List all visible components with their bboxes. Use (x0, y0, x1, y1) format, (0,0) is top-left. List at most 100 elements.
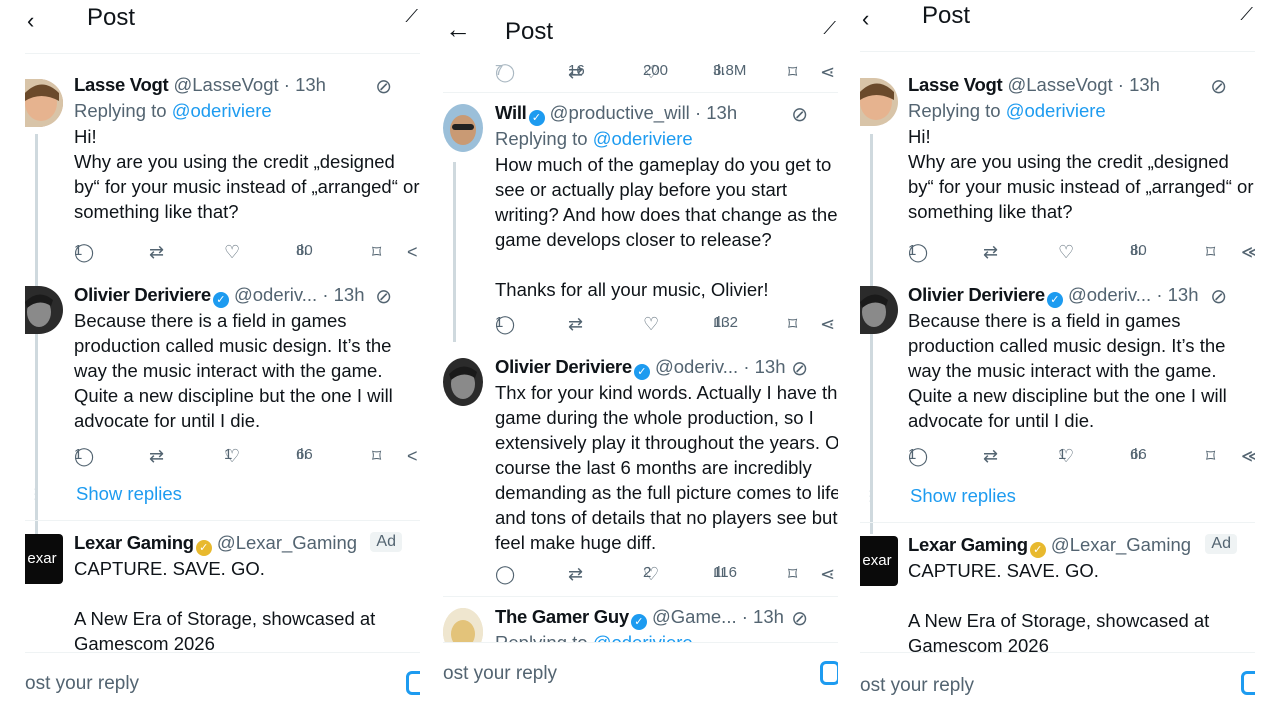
avatar[interactable]: exar (25, 534, 63, 584)
tweet-olivier-deriviere[interactable]: Olivier Deriviere ✓ @oderiv... · 13h ⊘ Be… (25, 282, 420, 482)
avatar[interactable] (443, 358, 483, 406)
avatar[interactable] (25, 79, 63, 127)
show-replies-link[interactable]: Show replies (910, 485, 1016, 507)
action-bar: ◯ 1 ⇄ ♡ 1 ılı 66 ⌑ < (74, 446, 420, 468)
share-icon[interactable]: ⋖ (820, 62, 835, 83)
share-icon[interactable]: ≪ (1241, 242, 1255, 263)
tweet-lasse-vogt[interactable]: Lasse Vogt @LasseVogt · 13h ⊘ Replying t… (860, 72, 1255, 534)
bookmark-icon[interactable]: ⌑ (372, 446, 381, 467)
repost-icon: ⇄ (983, 242, 999, 262)
grok-icon[interactable]: ⟋ (823, 18, 836, 39)
action-bar: ◯ 1 ⇄ ♡ 1 ılı 66 ⌑ ≪ (908, 446, 1255, 468)
author-handle[interactable]: @oderiv... (655, 356, 738, 377)
arrow-left-icon[interactable]: ‹ (27, 8, 34, 34)
bookmark-icon[interactable]: ⌑ (1206, 446, 1215, 467)
mention-link[interactable]: @oderiviere (172, 100, 272, 121)
page-title: Post (922, 2, 971, 29)
view-count: 3.8M (713, 62, 747, 79)
grok-icon[interactable]: ⊘ (375, 74, 392, 99)
arrow-left-icon[interactable]: ← (445, 16, 471, 42)
mention-link[interactable]: @oderiviere (1006, 100, 1106, 121)
grok-icon[interactable]: ⟋ (1240, 4, 1253, 25)
grok-icon[interactable]: ⊘ (791, 606, 808, 631)
top-bar: ‹ Post ⟋ (25, 0, 420, 54)
author-name[interactable]: Lasse Vogt (74, 74, 169, 95)
bookmark-icon[interactable]: ⌑ (788, 62, 797, 83)
reply-input[interactable]: ost your reply (25, 673, 139, 695)
thread-dots: · · · (868, 482, 873, 508)
author-handle[interactable]: @LasseVogt (1007, 74, 1112, 95)
bookmark-icon[interactable]: ⌑ (372, 242, 381, 263)
share-icon[interactable]: ≪ (1241, 446, 1255, 467)
avatar[interactable] (860, 78, 898, 126)
tweet-header: Olivier Deriviere ✓ @oderiv... · 13h (908, 282, 1255, 308)
tweet-will[interactable]: Will ✓ @productive_will · 13h ⊘ Replying … (443, 100, 838, 342)
bookmark-icon[interactable]: ⌑ (788, 314, 797, 335)
author-name[interactable]: Will (495, 102, 527, 123)
avatar[interactable] (443, 104, 483, 152)
tweet-lexar-ad[interactable]: exar Lexar Gaming ✓ @Lexar_Gaming Ad CAPT… (860, 532, 1255, 656)
author-name[interactable]: The Gamer Guy (495, 606, 629, 627)
author-handle[interactable]: @Game... (652, 606, 737, 627)
avatar[interactable]: exar (860, 536, 898, 586)
ad-badge: Ad (370, 532, 402, 552)
verified-badge-icon: ✓ (1046, 292, 1063, 308)
author-name[interactable]: Olivier Deriviere (74, 284, 211, 305)
action-bar: ◯ 1 ⇄ ♡ ılı 80 ⌑ < (74, 242, 420, 264)
reply-input[interactable]: ost your reply (443, 663, 557, 685)
action-bar: ◯ 1 ⇄ ♡ ılı 132 ⌑ ⋖ (495, 314, 838, 336)
replying-prefix: Replying to (908, 100, 1001, 121)
page-title: Post (505, 18, 554, 45)
grok-icon[interactable]: ⊘ (791, 102, 808, 127)
tweet-header: The Gamer Guy ✓ @Game... · 13h (495, 604, 838, 630)
share-icon[interactable]: ⋖ (820, 314, 835, 335)
tweet-lexar-ad[interactable]: exar Lexar Gaming ✓ @Lexar_Gaming Ad CAPT… (25, 530, 420, 654)
grok-icon[interactable]: ⟋ (405, 6, 418, 27)
tweet-header: Lasse Vogt @LasseVogt · 13h (74, 72, 420, 98)
author-handle[interactable]: @oderiv... (234, 284, 317, 305)
tweet-olivier-deriviere[interactable]: Olivier Deriviere ✓ @oderiv... · 13h ⊘ Be… (860, 282, 1255, 482)
tweet-the-gamer-guy[interactable]: The Gamer Guy ✓ @Game... · 13h ⊘ Replying… (443, 604, 838, 644)
avatar[interactable] (443, 608, 483, 644)
author-handle[interactable]: @Lexar_Gaming (1051, 534, 1191, 555)
replying-to: Replying to @oderiviere (495, 126, 838, 152)
share-icon[interactable]: ⋖ (820, 564, 835, 585)
mention-link[interactable]: @oderiviere (593, 128, 693, 149)
camera-icon[interactable] (820, 661, 838, 685)
author-handle[interactable]: @productive_will (550, 102, 690, 123)
author-name[interactable]: Olivier Deriviere (908, 284, 1045, 305)
tweet-olivier-deriviere[interactable]: Olivier Deriviere ✓ @oderiv... · 13h ⊘ Th… (443, 354, 838, 594)
tweet-lasse-vogt[interactable]: Lasse Vogt @LasseVogt · 13h ⊘ Replying t… (25, 72, 420, 534)
arrow-left-icon[interactable]: ‹ (862, 6, 869, 32)
reply-icon: ◯ (495, 564, 516, 584)
grok-icon[interactable]: ⊘ (1210, 284, 1227, 309)
author-name[interactable]: Lasse Vogt (908, 74, 1003, 95)
replying-to: Replying to @oderiviere (908, 98, 1255, 124)
author-handle[interactable]: @Lexar_Gaming (217, 532, 357, 553)
author-handle[interactable]: @LasseVogt (173, 74, 278, 95)
show-replies-link[interactable]: Show replies (76, 483, 182, 505)
reply-count: 7 (495, 62, 504, 79)
avatar[interactable] (860, 286, 898, 334)
share-icon[interactable]: < (407, 242, 418, 263)
grok-icon[interactable]: ⊘ (375, 284, 392, 309)
bookmark-icon[interactable]: ⌑ (788, 564, 797, 585)
reply-count: 1 (74, 446, 83, 463)
grok-icon[interactable]: ⊘ (1210, 74, 1227, 99)
author-handle[interactable]: @oderiv... (1068, 284, 1151, 305)
bookmark-icon[interactable]: ⌑ (1206, 242, 1215, 263)
author-name[interactable]: Lexar Gaming (74, 532, 194, 553)
avatar[interactable] (25, 286, 63, 334)
camera-icon[interactable] (406, 671, 420, 695)
repost-icon: ⇄ (568, 564, 584, 584)
reply-input[interactable]: ost your reply (860, 675, 974, 697)
post-time: · 13h (1156, 284, 1199, 305)
author-name[interactable]: Olivier Deriviere (495, 356, 632, 377)
action-bar: ◯ ⇄ ♡ 2 ılı 116 ⌑ ⋖ (495, 564, 838, 586)
grok-icon[interactable]: ⊘ (791, 356, 808, 381)
camera-icon[interactable] (1241, 671, 1255, 695)
tweet-text: Because there is a field in games produc… (908, 310, 1227, 431)
share-icon[interactable]: < (407, 446, 418, 467)
like-count: 2 (643, 564, 652, 581)
author-name[interactable]: Lexar Gaming (908, 534, 1028, 555)
